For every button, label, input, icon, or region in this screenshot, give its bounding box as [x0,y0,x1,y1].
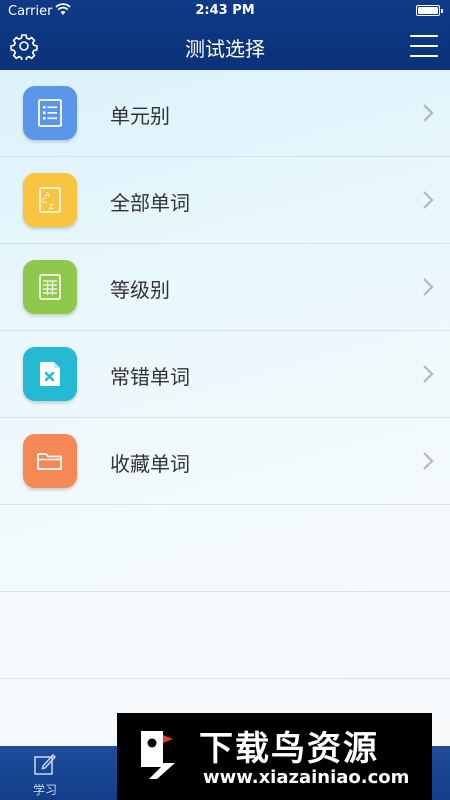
bird-logo-icon [141,731,175,779]
grid-sheet-icon [23,260,77,314]
list-item-label: 收藏单词 [110,452,190,476]
az-card-icon: A C Z [23,173,77,227]
status-time: 2:43 PM [195,3,255,18]
empty-row [0,592,450,679]
folder-icon [23,434,77,488]
navbar: 测试选择 [0,22,450,70]
battery-icon [416,5,443,16]
list-item-frequent-errors[interactable]: 常错单词 [0,331,450,418]
chevron-right-icon [423,452,434,470]
svg-text:C: C [42,197,47,205]
document-list-icon [23,86,77,140]
watermark-title: 下载鸟资源 [199,729,379,769]
chevron-right-icon [423,191,434,209]
pencil-icon [34,753,57,775]
chevron-right-icon [423,365,434,383]
chevron-right-icon [423,278,434,296]
list-item-label: 全部单词 [110,191,190,215]
watermark: 下载鸟资源 www.xiazainiao.com [117,713,432,800]
tab-study[interactable]: 学习 [0,746,90,800]
test-option-list: 单元别 A C Z 全部单词 等级别 常错单词 收藏单词 [0,70,450,746]
empty-row [0,505,450,592]
list-item-label: 常错单词 [110,365,190,389]
document-x-icon [23,347,77,401]
tab-label: 学习 [32,783,57,797]
list-item-unit[interactable]: 单元别 [0,70,450,157]
list-item-favorites[interactable]: 收藏单词 [0,418,450,505]
status-bar: Carrier 2:43 PM [0,0,450,22]
svg-text:Z: Z [49,203,54,211]
chevron-right-icon [423,104,434,122]
list-item-label: 等级别 [110,278,170,302]
battery-fill [418,7,438,14]
screen: Carrier 2:43 PM 测试选择 单元别 A C Z 全部单词 等级别 … [0,0,450,800]
watermark-url: www.xiazainiao.com [203,767,410,788]
page-title: 测试选择 [185,37,265,61]
list-item-level[interactable]: 等级别 [0,244,450,331]
menu-icon[interactable] [410,35,438,57]
list-item-label: 单元别 [110,104,170,128]
header: Carrier 2:43 PM 测试选择 [0,0,450,70]
list-item-all-words[interactable]: A C Z 全部单词 [0,157,450,244]
